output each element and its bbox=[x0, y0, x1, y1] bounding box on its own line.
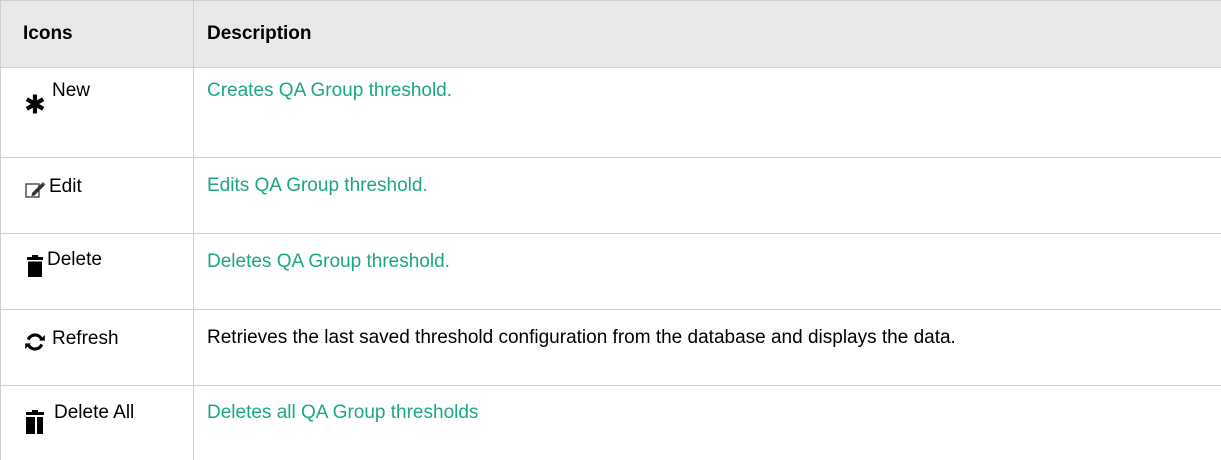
table-header-row: Icons Description bbox=[1, 1, 1221, 68]
edit-icon[interactable] bbox=[21, 176, 49, 204]
header-description: Description bbox=[194, 1, 1221, 68]
table-row-delete-all: Delete All Deletes all QA Group threshol… bbox=[1, 386, 1221, 460]
table-row-delete: Delete Deletes QA Group threshold. bbox=[1, 234, 1221, 310]
description-edit[interactable]: Edits QA Group threshold. bbox=[194, 158, 1221, 234]
icons-description-table: Icons Description New Creates QA Group bbox=[0, 0, 1221, 460]
icon-label-delete-all: Delete All bbox=[54, 402, 134, 424]
icon-cell-delete: Delete bbox=[1, 234, 194, 310]
icon-cell-refresh: Refresh bbox=[1, 310, 194, 386]
table-row-edit: Edit Edits QA Group threshold. bbox=[1, 158, 1221, 234]
trash-icon[interactable] bbox=[21, 252, 49, 280]
description-refresh: Retrieves the last saved threshold confi… bbox=[194, 310, 1221, 386]
delete-all-icon[interactable] bbox=[21, 408, 49, 436]
refresh-icon[interactable] bbox=[21, 328, 49, 356]
icon-label-edit: Edit bbox=[49, 176, 82, 198]
header-icons: Icons bbox=[1, 1, 194, 68]
asterisk-icon[interactable] bbox=[21, 90, 49, 118]
icon-label-delete: Delete bbox=[47, 249, 102, 271]
table-row-refresh: Refresh Retrieves the last saved thresho… bbox=[1, 310, 1221, 386]
table-row-new: New Creates QA Group threshold. bbox=[1, 68, 1221, 158]
icon-cell-delete-all: Delete All bbox=[1, 386, 194, 460]
description-delete[interactable]: Deletes QA Group threshold. bbox=[194, 234, 1221, 310]
description-delete-all[interactable]: Deletes all QA Group thresholds bbox=[194, 386, 1221, 460]
description-new[interactable]: Creates QA Group threshold. bbox=[194, 68, 1221, 158]
icon-cell-edit: Edit bbox=[1, 158, 194, 234]
icon-label-new: New bbox=[52, 80, 90, 102]
icon-cell-new: New bbox=[1, 68, 194, 158]
icon-label-refresh: Refresh bbox=[52, 328, 119, 350]
